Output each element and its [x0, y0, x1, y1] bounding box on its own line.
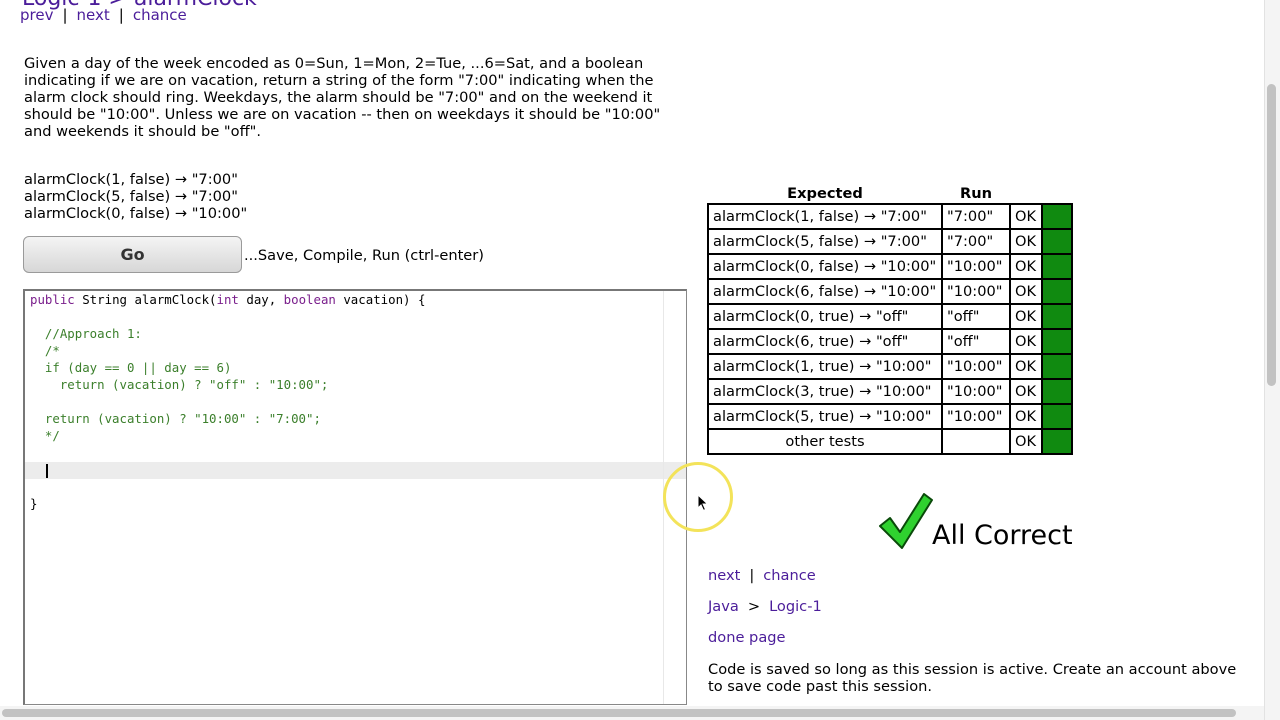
status-cell: OK: [1009, 353, 1043, 380]
expected-cell: alarmClock(5, false) → "7:00": [707, 228, 943, 255]
pass-indicator: [1041, 253, 1073, 280]
done-page-link[interactable]: done page: [708, 629, 786, 646]
expected-cell: alarmClock(1, true) → "10:00": [707, 353, 943, 380]
status-cell: OK: [1009, 253, 1043, 280]
expected-cell: alarmClock(6, false) → "10:00": [707, 278, 943, 305]
results-panel: Expected Run alarmClock(1, false) → "7:0…: [707, 185, 1073, 455]
top-nav: prev | next | chance: [20, 6, 187, 24]
code-line: //Approach 1:: [30, 326, 142, 341]
status-cell: OK: [1009, 428, 1043, 455]
results-row: alarmClock(0, false) → "10:00" "10:00" OK: [707, 253, 1073, 280]
save-note: Code is saved so long as this session is…: [708, 661, 1237, 695]
status-cell: OK: [1009, 378, 1043, 405]
results-row: alarmClock(3, true) → "10:00" "10:00" OK: [707, 378, 1073, 405]
status-cell: OK: [1009, 328, 1043, 355]
nav-separator: |: [62, 6, 68, 24]
run-header: Run: [959, 185, 993, 202]
code-line: return (vacation) ? "10:00" : "7:00";: [30, 411, 321, 426]
code-line: /*: [30, 343, 60, 358]
status-cell: OK: [1009, 228, 1043, 255]
run-cell: "off": [941, 303, 1011, 330]
run-cell: "7:00": [941, 203, 1011, 230]
code-line: }: [30, 496, 38, 511]
run-cell: "10:00": [941, 253, 1011, 280]
expected-header: Expected: [787, 185, 863, 202]
code-content[interactable]: public String alarmClock(int day, boolea…: [30, 291, 425, 512]
status-cell: OK: [1009, 403, 1043, 430]
examples-list: alarmClock(1, false) → "7:00" alarmClock…: [24, 171, 247, 222]
next-link[interactable]: next: [708, 567, 740, 584]
vertical-scroll-thumb[interactable]: [1267, 84, 1276, 386]
mouse-pointer-icon: [697, 493, 709, 516]
run-cell: "10:00": [941, 403, 1011, 430]
results-row: other tests OK: [707, 428, 1073, 455]
horizontal-scroll-thumb[interactable]: [2, 709, 1236, 717]
checkmark-icon: [878, 492, 934, 554]
example-line: alarmClock(5, false) → "7:00": [24, 188, 238, 205]
results-row: alarmClock(6, false) → "10:00" "10:00" OK: [707, 278, 1073, 305]
pass-indicator: [1041, 203, 1073, 230]
status-cell: OK: [1009, 278, 1043, 305]
run-cell: "10:00": [941, 353, 1011, 380]
run-cell: "10:00": [941, 378, 1011, 405]
expected-cell: alarmClock(3, true) → "10:00": [707, 378, 943, 405]
code-line: return (vacation) ? "off" : "10:00";: [30, 377, 329, 392]
pass-indicator: [1041, 403, 1073, 430]
prev-link[interactable]: prev: [20, 6, 53, 24]
all-correct-label: All Correct: [932, 520, 1073, 551]
pass-indicator: [1041, 303, 1073, 330]
chance-link[interactable]: chance: [763, 567, 815, 584]
next-link[interactable]: next: [77, 6, 110, 24]
expected-cell: other tests: [707, 428, 943, 455]
pass-indicator: [1041, 228, 1073, 255]
chance-link[interactable]: chance: [133, 6, 187, 24]
problem-description: Given a day of the week encoded as 0=Sun…: [24, 55, 661, 140]
expected-cell: alarmClock(0, false) → "10:00": [707, 253, 943, 280]
code-line: public String alarmClock(int day, boolea…: [30, 292, 426, 307]
code-line: */: [30, 428, 60, 443]
bottom-nav: next | chance: [708, 567, 816, 584]
results-row: alarmClock(5, false) → "7:00" "7:00" OK: [707, 228, 1073, 255]
go-button[interactable]: Go: [23, 236, 242, 273]
breadcrumb: Java > Logic-1: [708, 598, 822, 615]
pass-indicator: [1041, 378, 1073, 405]
text-caret: [46, 464, 48, 478]
results-row: alarmClock(0, true) → "off" "off" OK: [707, 303, 1073, 330]
code-line: if (day == 0 || day == 6): [30, 360, 232, 375]
nav-separator: |: [118, 6, 124, 24]
expected-cell: alarmClock(6, true) → "off": [707, 328, 943, 355]
pass-indicator: [1041, 428, 1073, 455]
expected-cell: alarmClock(0, true) → "off": [707, 303, 943, 330]
example-line: alarmClock(0, false) → "10:00": [24, 205, 248, 222]
expected-cell: alarmClock(5, true) → "10:00": [707, 403, 943, 430]
example-line: alarmClock(1, false) → "7:00": [24, 171, 238, 188]
run-cell: [941, 428, 1011, 455]
results-row: alarmClock(5, true) → "10:00" "10:00" OK: [707, 403, 1073, 430]
results-table: Expected Run alarmClock(1, false) → "7:0…: [707, 185, 1073, 455]
run-cell: "10:00": [941, 278, 1011, 305]
expected-cell: alarmClock(1, false) → "7:00": [707, 203, 943, 230]
status-cell: OK: [1009, 303, 1043, 330]
run-cell: "off": [941, 328, 1011, 355]
pass-indicator: [1041, 353, 1073, 380]
results-row: alarmClock(1, true) → "10:00" "10:00" OK: [707, 353, 1073, 380]
code-editor[interactable]: public String alarmClock(int day, boolea…: [23, 289, 687, 705]
pass-indicator: [1041, 278, 1073, 305]
breadcrumb-separator: >: [747, 598, 761, 615]
breadcrumb-logic-1[interactable]: Logic-1: [769, 598, 822, 615]
results-row: alarmClock(1, false) → "7:00" "7:00" OK: [707, 203, 1073, 230]
status-cell: OK: [1009, 203, 1043, 230]
pass-indicator: [1041, 328, 1073, 355]
nav-separator: |: [749, 567, 755, 584]
breadcrumb-java[interactable]: Java: [708, 598, 739, 615]
go-hint: ...Save, Compile, Run (ctrl-enter): [244, 247, 484, 264]
results-row: alarmClock(6, true) → "off" "off" OK: [707, 328, 1073, 355]
run-cell: "7:00": [941, 228, 1011, 255]
